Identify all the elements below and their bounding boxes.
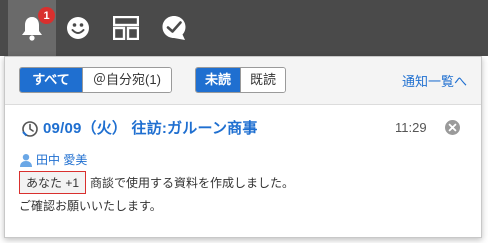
notification-item[interactable]: 09/09（火） 往訪:ガルーン商事 11:29 田中 愛美 あなた +1 商談…: [5, 105, 481, 235]
notification-popover: すべて ＠自分宛(1) 未読 既読 通知一覧へ 09/09（火） 往訪:ガルーン…: [4, 56, 482, 238]
apps-grid-icon: [113, 16, 139, 40]
view-all-notifications-link[interactable]: 通知一覧へ: [402, 71, 467, 90]
notification-title[interactable]: 09/09（火） 往訪:ガルーン商事: [43, 117, 258, 138]
top-header-bar: 1: [0, 0, 488, 56]
smiley-icon: [67, 17, 89, 39]
reactions-button[interactable]: [54, 0, 102, 56]
mention-tag[interactable]: あなた +1: [19, 171, 87, 194]
schedule-clock-icon: [22, 121, 38, 137]
notification-filter-bar: すべて ＠自分宛(1) 未読 既読 通知一覧へ: [5, 57, 481, 105]
read-status-filter-group: 未読 既読: [195, 67, 286, 93]
sender-name[interactable]: 田中 愛美: [36, 151, 87, 168]
filter-all-tab[interactable]: すべて: [20, 68, 82, 92]
notification-body-text-1: 商談で使用する資料を作成しました。: [90, 176, 295, 190]
recipient-filter-group: すべて ＠自分宛(1): [19, 67, 172, 93]
notification-count-badge: 1: [38, 7, 55, 24]
close-icon[interactable]: [445, 120, 460, 135]
apps-button[interactable]: [102, 0, 150, 56]
user-icon: [20, 153, 32, 167]
notification-body-line-1: あなた +1 商談で使用する資料を作成しました。: [19, 171, 294, 194]
notification-body-line-2: ご確認お願いいたします。: [19, 199, 162, 213]
filter-to-me-tab[interactable]: ＠自分宛(1): [82, 68, 171, 92]
filter-read-tab[interactable]: 既読: [240, 68, 285, 92]
check-bubble-icon: [162, 16, 186, 40]
notification-time: 11:29: [395, 120, 427, 135]
notifications-button[interactable]: 1: [8, 0, 56, 56]
filter-unread-tab[interactable]: 未読: [196, 68, 240, 92]
notification-sender[interactable]: 田中 愛美: [19, 151, 87, 168]
workflow-button[interactable]: [150, 0, 198, 56]
